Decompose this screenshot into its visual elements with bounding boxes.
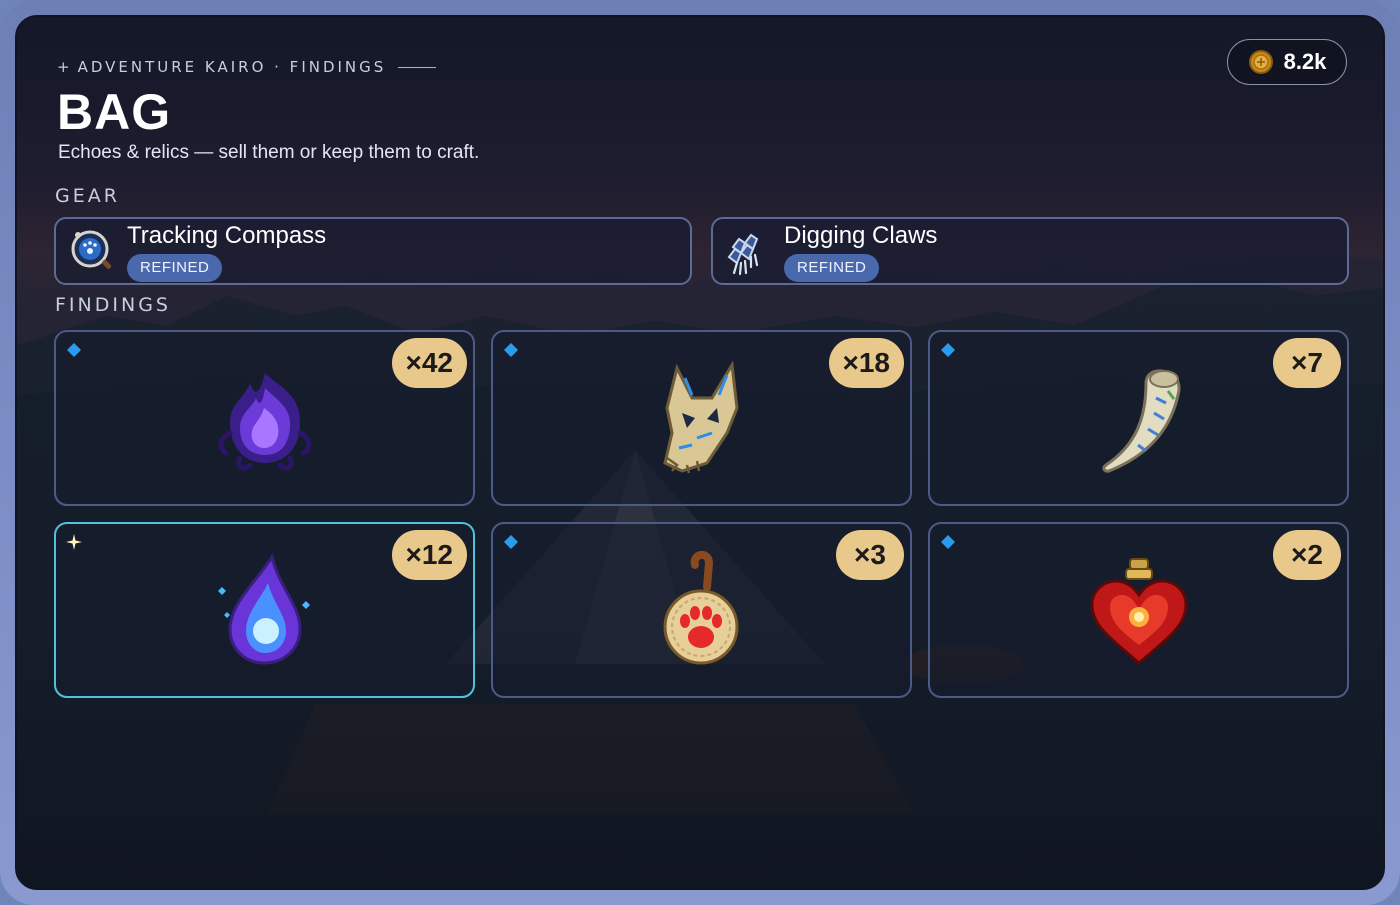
gear-item-digging-claws[interactable]: Digging Claws REFINED (711, 217, 1349, 285)
refined-badge: REFINED (127, 254, 223, 282)
gold-coin-icon (1248, 50, 1273, 74)
finding-card-spirit-droplet[interactable]: ×12 (54, 522, 475, 698)
page-title: BAG (57, 84, 172, 140)
blue-diamond-icon (941, 535, 955, 549)
finding-card-carved-horn[interactable]: ×7 (928, 330, 1349, 506)
blue-diamond-icon (941, 343, 955, 357)
quantity-badge: ×3 (836, 530, 904, 580)
quantity-badge: ×7 (1273, 338, 1341, 388)
quantity-badge: ×18 (828, 338, 904, 388)
blue-diamond-icon (504, 343, 518, 357)
carved-horn-icon (1101, 369, 1180, 473)
finding-card-spirit-flame[interactable]: ×42 (54, 330, 475, 506)
finding-card-heart-potion[interactable]: ×2 (928, 522, 1349, 698)
refined-badge: REFINED (784, 254, 880, 282)
claws-icon (727, 233, 759, 276)
gear-name: Tracking Compass (127, 222, 327, 249)
gear-item-tracking-compass[interactable]: Tracking Compass REFINED (54, 217, 692, 285)
finding-card-paw-amulet[interactable]: ×3 (491, 522, 912, 698)
purple-spirit-flame-icon (218, 373, 311, 471)
findings-section-label: FINDINGS (55, 294, 171, 316)
quantity-badge: ×12 (391, 530, 467, 580)
blue-diamond-icon (504, 535, 518, 549)
bag-panel: + ADVENTURE KAIRO · FINDINGS BAG Echoes … (15, 15, 1385, 890)
quantity-badge: ×2 (1273, 530, 1341, 580)
blue-diamond-icon (67, 343, 81, 357)
heart-potion-icon (1089, 558, 1188, 665)
gear-section-label: GEAR (55, 185, 120, 207)
page-subtitle: Echoes & relics — sell them or keep them… (58, 142, 480, 163)
sparkle-icon (66, 534, 82, 550)
quantity-badge: ×42 (391, 338, 467, 388)
finding-card-wolf-skull[interactable]: ×18 (491, 330, 912, 506)
breadcrumb: + ADVENTURE KAIRO · FINDINGS (57, 58, 437, 76)
compass-icon (71, 230, 112, 269)
wolf-skull-icon (662, 360, 739, 474)
currency-value: 8.2k (1283, 49, 1327, 74)
gear-name: Digging Claws (784, 222, 938, 249)
breadcrumb-divider (398, 66, 437, 68)
paw-amulet-icon (663, 551, 738, 665)
currency-display: 8.2k (1227, 39, 1347, 85)
spirit-droplet-icon (217, 553, 310, 665)
plus-icon: + (57, 58, 70, 76)
breadcrumb-text: ADVENTURE KAIRO · FINDINGS (77, 58, 387, 76)
